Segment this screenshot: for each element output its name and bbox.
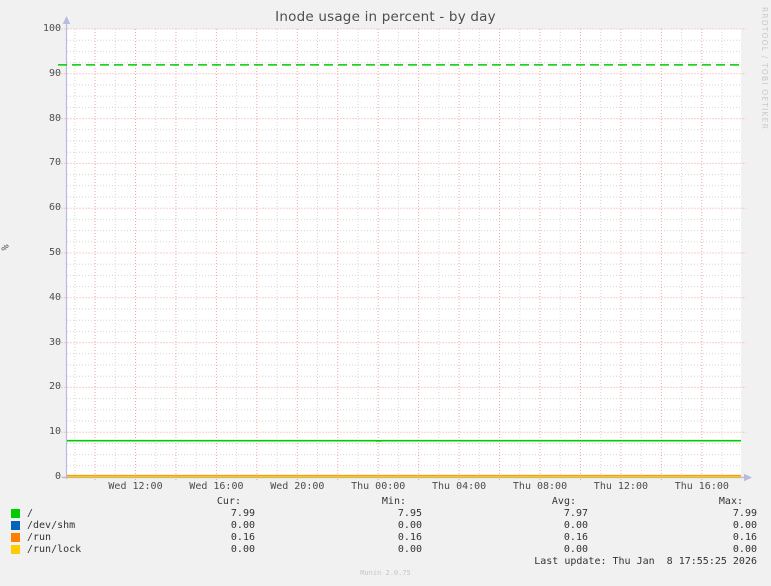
legend-cur-value: 0.00	[230, 544, 255, 555]
legend-max-value: 0.00	[732, 520, 757, 531]
legend-max-value: 0.00	[732, 544, 757, 555]
legend-row-devshm: /dev/shm 0.00 0.00 0.00 0.00	[0, 520, 771, 532]
legend-label: /run/lock	[27, 544, 82, 555]
legend-row-runlock: /run/lock 0.00 0.00 0.00 0.00	[0, 544, 771, 556]
legend-avg-value: 7.97	[563, 508, 588, 519]
legend-label: /	[27, 508, 34, 519]
legend-min-value: 0.00	[397, 544, 422, 555]
legend-min-value: 7.95	[397, 508, 422, 519]
munin-version-watermark: Munin 2.0.75	[360, 569, 411, 577]
legend-swatch-devshm	[11, 521, 20, 530]
legend-row-root: / 7.99 7.95 7.97 7.99	[0, 508, 771, 520]
legend-max-value: 7.99	[732, 508, 757, 519]
legend-header-cur: Cur:	[216, 496, 241, 507]
legend-cur-value: 0.00	[230, 520, 255, 531]
legend-min-value: 0.00	[397, 520, 422, 531]
legend-min-value: 0.16	[397, 532, 422, 543]
legend-swatch-run	[11, 533, 20, 542]
legend-max-value: 0.16	[732, 532, 757, 543]
legend-swatch-root	[11, 509, 20, 518]
legend: Cur: Min: Avg: Max: / 7.99 7.95 7.97 7.9…	[0, 0, 771, 586]
munin-inode-usage-graph: Inode usage in percent - by day RRDTOOL …	[0, 0, 771, 586]
last-update-timestamp: Last update: Thu Jan 8 17:55:25 2026	[534, 556, 757, 567]
legend-swatch-runlock	[11, 545, 20, 554]
legend-header-max: Max:	[718, 496, 743, 507]
legend-cur-value: 0.16	[230, 532, 255, 543]
legend-row-run: /run 0.16 0.16 0.16 0.16	[0, 532, 771, 544]
legend-cur-value: 7.99	[230, 508, 255, 519]
legend-avg-value: 0.00	[563, 544, 588, 555]
legend-avg-value: 0.00	[563, 520, 588, 531]
legend-label: /dev/shm	[27, 520, 76, 531]
legend-header-row: Cur: Min: Avg: Max:	[0, 496, 771, 508]
legend-avg-value: 0.16	[563, 532, 588, 543]
legend-header-avg: Avg:	[551, 496, 576, 507]
legend-label: /run	[27, 532, 52, 543]
legend-header-min: Min:	[381, 496, 406, 507]
